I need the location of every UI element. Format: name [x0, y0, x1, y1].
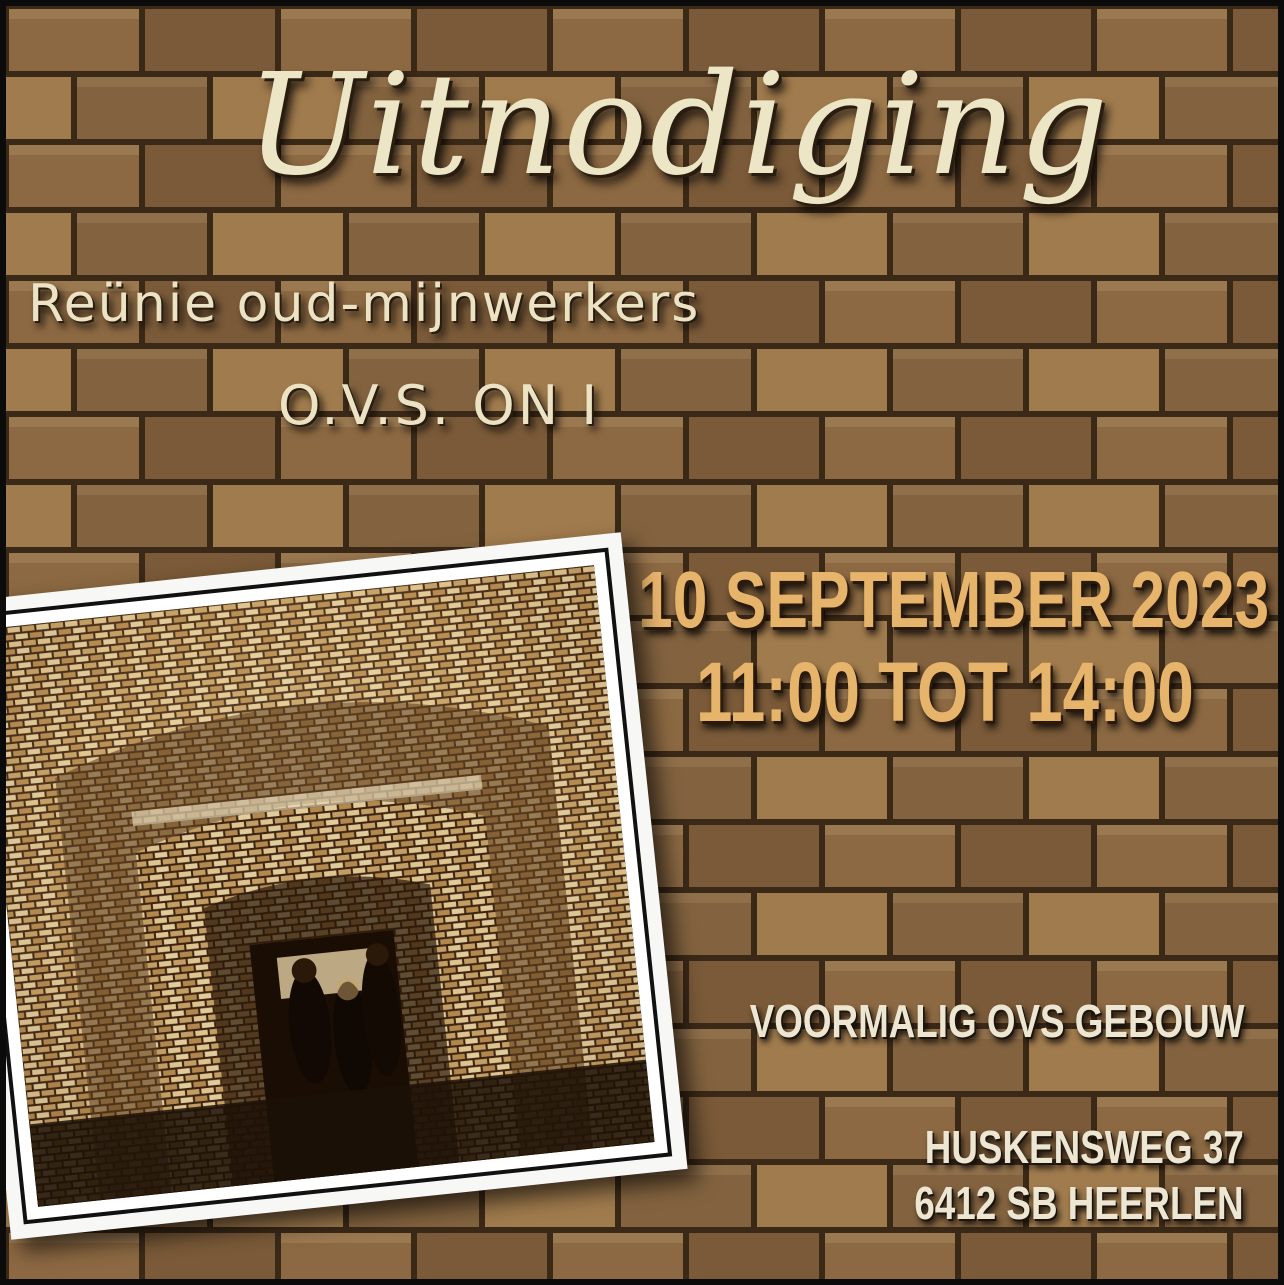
event-date: 10 SEPTEMBER 2023: [638, 555, 1270, 644]
invitation-title: Uitnodiging: [246, 44, 1111, 207]
location-name: VOORMALIG OVS GEBOUW: [749, 995, 1244, 1047]
address-city: 6412 SB HEERLEN: [914, 1177, 1244, 1229]
address-street: HUSKENSWEG 37: [925, 1121, 1244, 1173]
reunion-subtitle: Reünie oud-mijnwerkers: [28, 274, 701, 334]
photo-frame: [6, 532, 688, 1240]
photo-border: [6, 547, 673, 1225]
organization-name: O.V.S. ON I: [278, 374, 601, 437]
tunnel-illustration: [6, 565, 655, 1207]
invitation-poster: Uitnodiging Reünie oud-mijnwerkers O.V.S…: [0, 0, 1284, 1285]
sepia-photo-tunnel-icon: [6, 565, 655, 1207]
event-time: 11:00 TOT 14:00: [696, 645, 1194, 739]
